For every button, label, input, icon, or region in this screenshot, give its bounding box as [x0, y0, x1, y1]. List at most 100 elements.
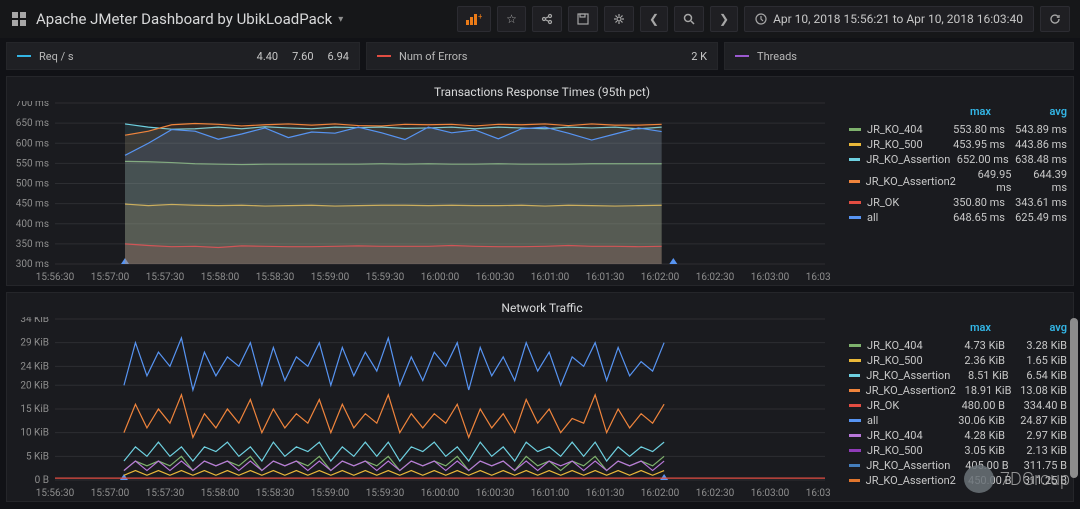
- settings-button[interactable]: [604, 6, 634, 32]
- dashboard-title[interactable]: Apache JMeter Dashboard by UbikLoadPack: [36, 10, 332, 28]
- zoom-button[interactable]: [674, 6, 704, 32]
- svg-text:15:56:30: 15:56:30: [36, 272, 75, 283]
- legend-hdr-avg: avg: [1011, 321, 1067, 334]
- legend-row[interactable]: JR_KO_5003.05 KiB2.13 KiB: [849, 443, 1067, 458]
- legend-swatch: [849, 434, 861, 437]
- scrollbar-thumb[interactable]: [1070, 318, 1078, 478]
- time-range-button[interactable]: Apr 10, 2018 15:56:21 to Apr 10, 2018 16…: [744, 6, 1034, 32]
- svg-text:550 ms: 550 ms: [16, 158, 49, 169]
- legend-row[interactable]: JR_OK350.80 ms343.61 ms: [849, 195, 1067, 210]
- legend-avg-val: 334.40 B: [1011, 399, 1067, 412]
- chart1-plot[interactable]: 300 ms350 ms400 ms450 ms500 ms550 ms600 …: [11, 101, 843, 286]
- legend-avg-val: 1.65 KiB: [1011, 354, 1067, 367]
- legend-max-val: 649.95 ms: [962, 168, 1012, 194]
- save-button[interactable]: [568, 6, 598, 32]
- legend-series-name: JR_KO_404: [867, 123, 943, 136]
- req-per-sec-panel[interactable]: Req / s 4.40 7.60 6.94: [6, 42, 360, 70]
- panel-add-button[interactable]: +: [457, 6, 491, 32]
- legend-row[interactable]: JR_KO_4044.73 KiB3.28 KiB: [849, 338, 1067, 353]
- legend-avg-val: 638.48 ms: [1015, 153, 1067, 166]
- svg-text:15:59:00: 15:59:00: [311, 488, 350, 499]
- legend-series-name: JR_KO_Assertion: [866, 459, 950, 472]
- time-forward-button[interactable]: ❯: [710, 6, 738, 32]
- chart1-legend: max avg JR_KO_404553.80 ms543.89 msJR_KO…: [843, 101, 1073, 286]
- legend-max-val: 553.80 ms: [949, 123, 1005, 136]
- legend-row[interactable]: JR_KO_Assertion652.00 ms638.48 ms: [849, 152, 1067, 167]
- svg-text:700 ms: 700 ms: [16, 101, 49, 109]
- legend-series-name: JR_KO_Assertion: [866, 369, 950, 382]
- err-label: Num of Errors: [399, 50, 467, 63]
- response-times-panel: Transactions Response Times (95th pct) 3…: [6, 76, 1074, 286]
- legend-series-name: JR_KO_404: [867, 429, 943, 442]
- wechat-icon: [964, 465, 994, 493]
- legend-row[interactable]: JR_KO_Assertion2649.95 ms644.39 ms: [849, 167, 1067, 195]
- legend-swatch: [849, 374, 860, 377]
- req-swatch: [17, 55, 31, 57]
- legend-row[interactable]: JR_KO_500453.95 ms443.86 ms: [849, 137, 1067, 152]
- time-back-button[interactable]: ❮: [640, 6, 668, 32]
- legend-row[interactable]: JR_KO_Assertion8.51 KiB6.54 KiB: [849, 368, 1067, 383]
- legend-swatch: [849, 216, 861, 219]
- legend-max-val: 2.36 KiB: [949, 354, 1005, 367]
- share-button[interactable]: [532, 6, 562, 32]
- toolbar: + ☆ ❮ ❯ Apr 10, 2018 15:56:21 to Apr 10,…: [457, 6, 1070, 32]
- svg-text:15:57:00: 15:57:00: [91, 272, 130, 283]
- legend-row[interactable]: all648.65 ms625.49 ms: [849, 210, 1067, 225]
- legend-max-val: 4.28 KiB: [949, 429, 1005, 442]
- svg-text:+: +: [478, 13, 482, 21]
- legend-row[interactable]: JR_KO_404 4.28 KiB 2.97 KiB: [849, 428, 1067, 443]
- legend-max-val: 30.06 KiB: [949, 414, 1005, 427]
- legend-max-val: 8.51 KiB: [956, 369, 1008, 382]
- svg-text:16:02:00: 16:02:00: [641, 272, 680, 283]
- legend-avg-val: 443.86 ms: [1011, 138, 1067, 151]
- legend-swatch: [849, 404, 861, 407]
- legend-series-name: JR_KO_500: [867, 354, 943, 367]
- legend-swatch: [849, 359, 861, 362]
- svg-text:15:57:30: 15:57:30: [146, 488, 185, 499]
- svg-text:16:03:00: 16:03:00: [751, 272, 790, 283]
- legend-swatch: [849, 464, 860, 467]
- legend-avg-val: 343.61 ms: [1011, 196, 1067, 209]
- legend-max-val: 648.65 ms: [949, 211, 1005, 224]
- svg-text:500 ms: 500 ms: [16, 179, 49, 190]
- svg-text:16:00:00: 16:00:00: [421, 488, 460, 499]
- watermark: 7DGroup: [964, 465, 1070, 493]
- svg-text:15 KiB: 15 KiB: [20, 404, 49, 415]
- dashboard-icon[interactable]: [10, 10, 28, 28]
- legend-swatch: [849, 143, 861, 146]
- svg-text:16:02:30: 16:02:30: [696, 272, 735, 283]
- svg-text:15:58:00: 15:58:00: [201, 272, 240, 283]
- svg-text:350 ms: 350 ms: [16, 239, 49, 250]
- legend-max-val: 4.73 KiB: [949, 339, 1005, 352]
- legend-row[interactable]: JR_KO_Assertion218.91 KiB13.08 KiB: [849, 383, 1067, 398]
- legend-series-name: JR_KO_Assertion2: [866, 175, 956, 188]
- legend-avg-val: 543.89 ms: [1011, 123, 1067, 136]
- legend-row[interactable]: JR_KO_404 553.80 ms 543.89 ms: [849, 122, 1067, 137]
- errors-panel[interactable]: Num of Errors 2 K: [366, 42, 718, 70]
- svg-text:10 KiB: 10 KiB: [20, 428, 49, 439]
- legend-swatch: [849, 180, 860, 183]
- time-range-label: Apr 10, 2018 15:56:21 to Apr 10, 2018 16…: [773, 12, 1023, 26]
- threads-panel[interactable]: Threads: [724, 42, 1074, 70]
- svg-text:650 ms: 650 ms: [16, 118, 49, 129]
- legend-avg-val: 2.97 KiB: [1011, 429, 1067, 442]
- legend-swatch: [849, 344, 861, 347]
- legend-row[interactable]: JR_KO_500 2.36 KiB 1.65 KiB: [849, 353, 1067, 368]
- thr-label: Threads: [757, 50, 797, 63]
- legend-avg-val: 13.08 KiB: [1017, 384, 1067, 397]
- svg-text:16:01:30: 16:01:30: [586, 488, 625, 499]
- thr-swatch: [735, 55, 749, 57]
- legend-row[interactable]: all30.06 KiB24.87 KiB: [849, 413, 1067, 428]
- refresh-button[interactable]: [1040, 6, 1070, 32]
- legend-max-val: 350.80 ms: [949, 196, 1005, 209]
- chart2-plot[interactable]: 0 B5 KiB10 KiB15 KiB20 KiB24 KiB29 KiB34…: [11, 317, 843, 502]
- legend-row[interactable]: JR_OK480.00 B334.40 B: [849, 398, 1067, 413]
- legend-swatch: [849, 419, 861, 422]
- chevron-down-icon[interactable]: ▾: [338, 14, 343, 25]
- legend-series-name: JR_KO_500: [867, 138, 943, 151]
- legend-avg-val: 625.49 ms: [1011, 211, 1067, 224]
- legend-series-name: JR_KO_Assertion: [866, 153, 950, 166]
- star-button[interactable]: ☆: [497, 6, 526, 32]
- legend-hdr-max: max: [935, 105, 991, 118]
- svg-text:20 KiB: 20 KiB: [20, 380, 49, 391]
